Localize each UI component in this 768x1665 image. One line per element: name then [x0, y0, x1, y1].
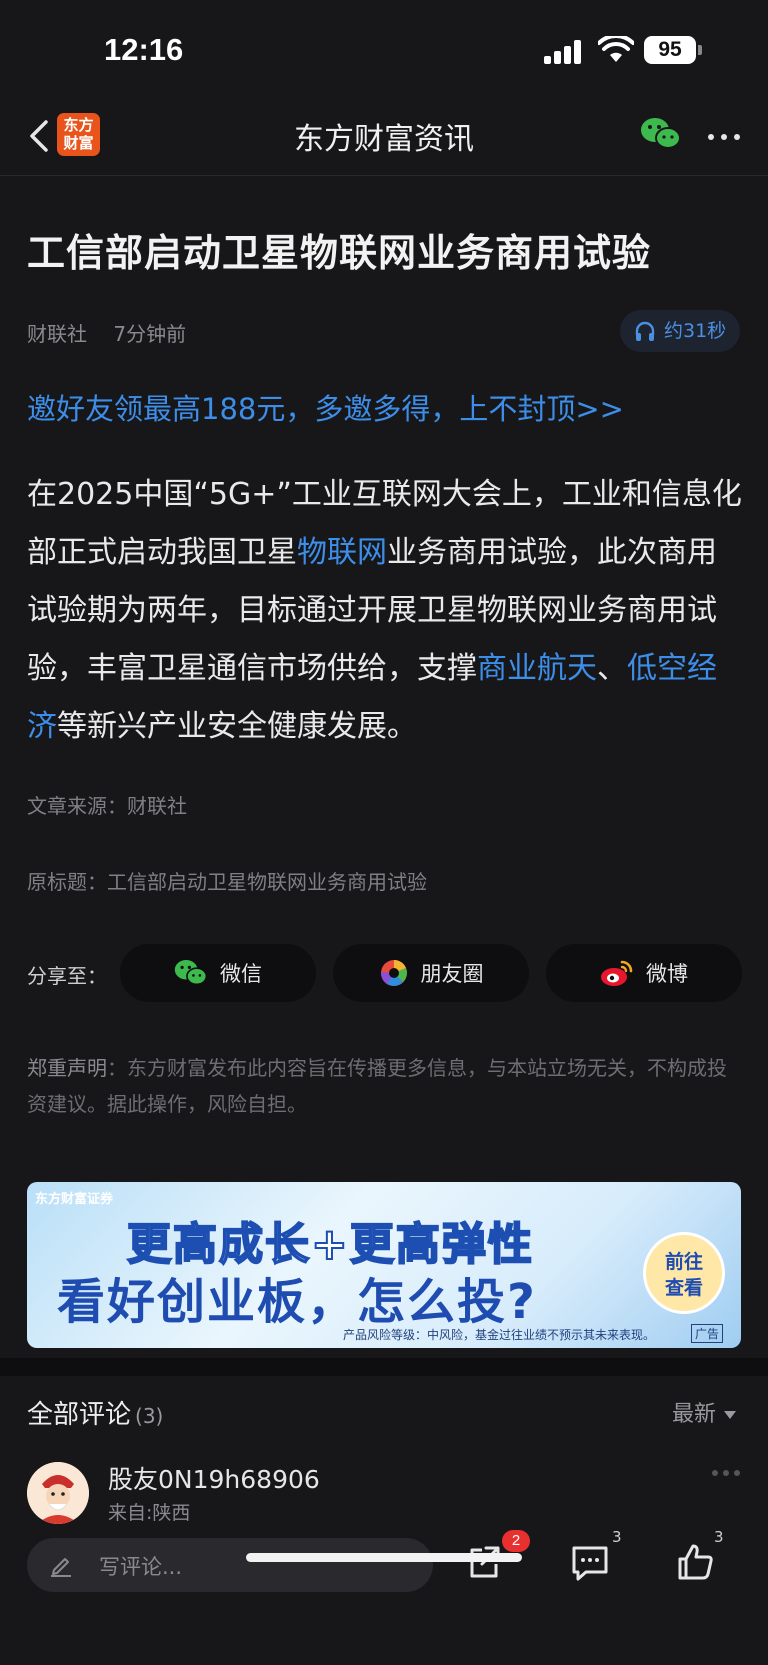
article-meta: 财联社 7分钟前	[27, 318, 206, 347]
body-text-4: 等新兴产业安全健康发展。	[57, 709, 417, 744]
share-weibo-label: 微博	[646, 962, 688, 986]
share-wechat-button[interactable]: 微信	[120, 944, 316, 1002]
ad-tag: 广告	[691, 1324, 724, 1343]
article-time: 7分钟前	[113, 322, 187, 346]
listen-duration: 约31秒	[664, 320, 727, 342]
invite-promo-link[interactable]: 邀好友领最高188元，多邀多得，上不封顶>>	[27, 386, 624, 428]
article-source: 财联社	[27, 322, 87, 346]
share-moments-button[interactable]: 朋友圈	[333, 944, 529, 1002]
ad-cta-button[interactable]: 前往 查看	[643, 1232, 725, 1314]
original-title-line: 原标题：工信部启动卫星物联网业务商用试验	[27, 870, 427, 894]
weibo-icon	[601, 960, 633, 986]
share-icon[interactable]	[462, 1540, 506, 1584]
keyword-link-iot[interactable]: 物联网	[297, 535, 387, 570]
article-headline: 工信部启动卫星物联网业务商用试验	[27, 231, 652, 275]
comment-more-icon[interactable]	[712, 1470, 742, 1480]
battery-level: 95	[644, 36, 696, 64]
wechat-icon	[174, 960, 208, 986]
comment-location: 来自:陕西	[108, 1502, 191, 1524]
comment-count: 3	[612, 1528, 622, 1546]
comment-icon[interactable]	[568, 1540, 612, 1584]
ad-cta-line2: 查看	[664, 1277, 703, 1299]
avatar-image	[27, 1462, 89, 1524]
sort-dropdown[interactable]: 最新	[672, 1396, 737, 1428]
caret-down-icon	[724, 1411, 737, 1419]
comments-title: 全部评论	[27, 1400, 132, 1430]
keyword-link-commercial-space[interactable]: 商业航天	[477, 651, 597, 686]
headphones-icon	[635, 321, 655, 341]
ad-banner[interactable]: 东方财富证券 更高成长+更高弹性 看好创业板，怎么投? 前往 查看 产品风险等级…	[27, 1182, 741, 1348]
comments-header: 全部评论 (3)	[27, 1394, 163, 1431]
navigation-bar: 东方 财富 东方财富资讯	[0, 100, 768, 176]
article-body: 在2025中国“5G+”工业互联网大会上，工业和信息化部正式启动我国卫星物联网业…	[27, 466, 743, 756]
bottom-toolbar: 写评论... 2 3 3	[0, 1524, 768, 1665]
disclaimer: 郑重声明：东方财富发布此内容旨在传播更多信息，与本站立场无关，不构成投资建议。据…	[27, 1050, 743, 1122]
disclaimer-title: 郑重声明	[27, 1056, 107, 1080]
comment-username[interactable]: 股友0N19h68906	[108, 1460, 320, 1496]
ad-risk-note: 产品风险等级：中风险，基金过往业绩不预示其未来表现。	[343, 1328, 656, 1342]
wechat-share-icon[interactable]	[640, 116, 682, 152]
ad-subheadline: 看好创业板，怎么投?	[57, 1274, 537, 1330]
status-time: 12:16	[104, 32, 184, 67]
like-thumbs-up-icon[interactable]	[674, 1540, 718, 1584]
like-count: 3	[714, 1528, 724, 1546]
body-text-3: 、	[597, 651, 627, 686]
share-badge: 2	[502, 1530, 530, 1552]
home-indicator[interactable]	[246, 1553, 522, 1562]
comment-placeholder: 写评论...	[99, 1555, 183, 1579]
more-options-icon[interactable]	[706, 118, 742, 154]
ad-cta-line1: 前往	[664, 1251, 703, 1273]
avatar[interactable]	[27, 1462, 89, 1524]
pencil-icon	[51, 1558, 71, 1577]
sort-label: 最新	[672, 1402, 717, 1427]
article-source-line: 文章来源：财联社	[27, 794, 187, 818]
status-bar: 12:16 95	[0, 0, 768, 100]
disclaimer-text: ：东方财富发布此内容旨在传播更多信息，与本站立场无关，不构成投资建议。据此操作，…	[27, 1056, 727, 1116]
section-divider	[0, 1358, 768, 1376]
share-moments-label: 朋友圈	[420, 962, 484, 986]
cellular-signal-icon	[544, 40, 584, 64]
comment-input[interactable]: 写评论...	[27, 1538, 433, 1592]
share-wechat-label: 微信	[220, 962, 262, 986]
ad-brand-logo: 东方财富证券	[35, 1192, 114, 1207]
share-label: 分享至：	[27, 964, 107, 988]
moments-icon	[380, 960, 407, 986]
listen-button[interactable]: 约31秒	[620, 310, 740, 352]
wifi-icon	[598, 36, 634, 62]
share-weibo-button[interactable]: 微博	[546, 944, 742, 1002]
battery-tip	[698, 45, 702, 55]
comments-count: (3)	[135, 1404, 164, 1428]
